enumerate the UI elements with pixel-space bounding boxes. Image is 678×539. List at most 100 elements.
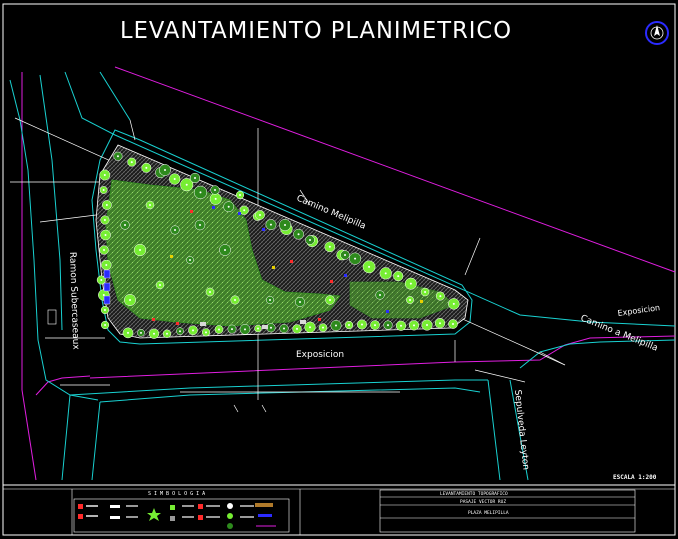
- tree-trunk-icon: [400, 324, 402, 327]
- tree-trunk-icon: [439, 322, 441, 325]
- tree-trunk-icon: [189, 259, 191, 261]
- tree-trunk-icon: [103, 219, 106, 221]
- site-feature-icon: [420, 300, 423, 303]
- tree-trunk-icon: [124, 224, 126, 226]
- site-feature-icon: [152, 318, 155, 321]
- tree-trunk-icon: [409, 299, 411, 301]
- street-label-camino-a-melipilla: Camino a Melipilla: [579, 314, 659, 354]
- tree-trunk-icon: [257, 327, 259, 330]
- tree-trunk-icon: [299, 301, 301, 303]
- tree-trunk-icon: [452, 302, 455, 305]
- tree-trunk-icon: [127, 331, 129, 334]
- tree-trunk-icon: [129, 299, 131, 301]
- tree-trunk-icon: [139, 249, 141, 251]
- tree-trunk-icon: [374, 324, 376, 327]
- site-feature-icon: [318, 318, 321, 321]
- tree-trunk-icon: [140, 331, 142, 334]
- tree-trunk-icon: [452, 322, 454, 325]
- site-feature-icon: [238, 212, 241, 215]
- north-arrow-icon: [645, 21, 669, 45]
- tree-trunk-icon: [322, 326, 324, 329]
- drawing-title: LEVANTAMIENTO PLANIMETRICO: [120, 18, 512, 44]
- tree-trunk-icon: [297, 233, 300, 236]
- tree-trunk-icon: [259, 214, 261, 216]
- tree-trunk-icon: [145, 166, 148, 169]
- title-block-line-3: PLAZA MELIPILLA: [468, 510, 509, 516]
- tree-trunk-icon: [103, 309, 106, 311]
- tree-trunk-icon: [105, 264, 108, 266]
- tree-trunk-icon: [269, 223, 272, 226]
- tree-trunk-icon: [100, 279, 103, 281]
- tree-trunk-icon: [166, 332, 168, 335]
- site-feature-icon: [272, 266, 275, 269]
- tree-trunk-icon: [387, 324, 389, 327]
- tree-trunk-icon: [209, 291, 211, 293]
- street-label-exposicion-bottom: Exposicion: [296, 350, 344, 360]
- tree-trunk-icon: [214, 197, 217, 200]
- title-block: LEVANTAMIENTO TOPOGRAFICO PASAJE VECTOR …: [379, 489, 636, 533]
- legend-tree-star-icon: [147, 508, 161, 521]
- tree-trunk-icon: [409, 282, 412, 285]
- tree-trunk-icon: [296, 327, 298, 330]
- bench-icon: [300, 320, 306, 324]
- street-label-sepulveda-leyton: Sepulveda Leyton: [512, 389, 530, 470]
- tree-trunk-icon: [424, 291, 427, 294]
- site-feature-icon: [212, 206, 215, 209]
- site-feature-icon: [386, 310, 389, 313]
- tree-trunk-icon: [179, 330, 181, 333]
- tree-trunk-icon: [103, 174, 106, 176]
- tree-trunk-icon: [344, 254, 346, 256]
- site-feature-icon: [344, 274, 347, 277]
- tree-trunk-icon: [413, 324, 415, 327]
- tree-trunk-icon: [227, 205, 230, 208]
- tree-trunk-icon: [174, 229, 176, 231]
- tree-trunk-icon: [269, 299, 271, 301]
- tree-trunk-icon: [116, 155, 119, 158]
- tree-trunk-icon: [224, 249, 226, 251]
- tree-trunk-icon: [309, 326, 311, 329]
- site-feature-icon: [262, 228, 265, 231]
- tree-trunk-icon: [185, 183, 188, 186]
- tree-trunk-icon: [102, 189, 105, 191]
- tree-trunk-icon: [192, 329, 194, 332]
- site-feature-icon: [190, 210, 193, 213]
- tree-trunk-icon: [309, 239, 311, 241]
- tree-trunk-icon: [361, 323, 363, 326]
- tree-trunk-icon: [244, 328, 246, 331]
- tree-trunk-icon: [199, 224, 201, 226]
- tree-trunk-icon: [104, 234, 107, 236]
- site-feature-icon: [330, 280, 333, 283]
- tree-trunk-icon: [368, 265, 371, 268]
- tree-trunk-icon: [105, 204, 108, 206]
- legend-panel: S I M B O L O G I A: [71, 489, 301, 535]
- street-label-ramon-subercaseaux: Ramon Subercaseaux: [67, 252, 80, 351]
- tree-trunk-icon: [354, 257, 357, 260]
- scale-label: ESCALA 1:200: [613, 474, 657, 481]
- tree-trunk-icon: [218, 328, 220, 331]
- legend-title: S I M B O L O G I A: [148, 491, 205, 497]
- tree-trunk-icon: [270, 326, 272, 329]
- tree-trunk-icon: [103, 249, 106, 251]
- bench-icon: [200, 322, 206, 326]
- tree-trunk-icon: [239, 194, 241, 196]
- tree-trunk-icon: [335, 324, 337, 327]
- site-feature-icon: [290, 260, 293, 263]
- tree-trunk-icon: [194, 177, 196, 179]
- tree-trunk-icon: [159, 284, 161, 286]
- tree-trunk-icon: [173, 178, 176, 181]
- tree-trunk-icon: [348, 324, 350, 327]
- tree-trunk-icon: [397, 275, 400, 278]
- tree-trunk-icon: [153, 332, 155, 335]
- tree-trunk-icon: [214, 189, 216, 191]
- tree-trunk-icon: [439, 295, 442, 298]
- tree-trunk-icon: [130, 161, 133, 164]
- tree-trunk-icon: [102, 294, 105, 296]
- tree-trunk-icon: [283, 327, 285, 330]
- tree-trunk-icon: [243, 209, 246, 212]
- tree-trunk-icon: [234, 299, 236, 301]
- title-block-line-1: LEVANTAMIENTO TOPOGRAFICO: [440, 491, 508, 497]
- site-feature-icon: [176, 322, 179, 325]
- tree-trunk-icon: [149, 204, 151, 206]
- plan-drawing: LEVANTAMIENTO PLANIMETRICO Camino Melipi…: [2, 3, 676, 536]
- tree-trunk-icon: [426, 324, 428, 327]
